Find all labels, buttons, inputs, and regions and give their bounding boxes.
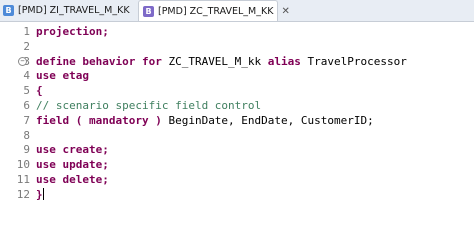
line-number: 2 [23, 39, 30, 53]
keyword-token: define behavior for [36, 54, 169, 68]
tab-zi-travel[interactable]: B [PMD] ZI_TRAVEL_M_KK [0, 1, 136, 20]
line-number: 6 [23, 99, 30, 112]
keyword-token: field ( mandatory ) [36, 113, 169, 127]
comment-token: // scenario specific field control [36, 99, 262, 112]
code-text: define behavior for ZC_TRAVEL_M_kk alias… [36, 54, 407, 69]
code-line[interactable]: 2 [0, 39, 474, 54]
code-line[interactable]: 5{ [0, 83, 474, 98]
code-text: use update; [36, 157, 109, 172]
keyword-token: use delete; [36, 173, 109, 186]
line-number: 8 [23, 128, 30, 142]
tab-zc-travel[interactable]: B [PMD] ZC_TRAVEL_M_KK ✕ [138, 0, 290, 21]
line-number: 5 [23, 84, 30, 98]
line-number: 10 [16, 158, 30, 172]
line-number: 1 [23, 25, 30, 38]
code-text: use create; [36, 142, 109, 157]
code-line[interactable]: 1 projection; [0, 24, 474, 39]
code-line[interactable]: 10 use update; [0, 157, 474, 172]
code-line[interactable]: 7 field ( mandatory ) BeginDate, EndDate,… [0, 113, 474, 128]
code-text: } [36, 187, 44, 202]
code-line[interactable]: 3−define behavior for ZC_TRAVEL_M_kk ali… [0, 54, 474, 69]
tab-label: [PMD] ZI_TRAVEL_M_KK [18, 5, 130, 16]
line-number: 11 [16, 173, 30, 186]
code-text: { [36, 83, 43, 98]
code-line[interactable]: 9 use create; [0, 142, 474, 157]
identifier-token: ZC_TRAVEL_M_kk [168, 54, 268, 68]
text-caret [42, 187, 44, 200]
behavior-definition-icon: B [143, 5, 154, 17]
code-editor[interactable]: 1 projection; 23−define behavior for ZC_TR… [0, 22, 474, 240]
code-line[interactable]: 11 use delete; [0, 172, 474, 187]
fold-toggle-icon[interactable]: − [18, 56, 27, 66]
code-line[interactable]: 12} [0, 187, 474, 202]
tab-label: [PMD] ZC_TRAVEL_M_KK [158, 5, 274, 17]
code-text: field ( mandatory ) BeginDate, EndDate, … [36, 113, 374, 128]
line-number: 4 [23, 69, 30, 83]
code-line[interactable]: 8 [0, 128, 474, 143]
line-number: 9 [23, 143, 30, 157]
identifier-token: BeginDate, EndDate, CustomerID; [168, 113, 374, 127]
code-text: use etag [36, 68, 89, 83]
behavior-definition-icon: B [3, 5, 14, 16]
code-text: // scenario specific field control [36, 98, 261, 113]
close-icon[interactable]: ✕ [281, 6, 289, 17]
code-text: projection; [36, 24, 109, 39]
code-line[interactable]: 6 // scenario specific field control [0, 98, 474, 113]
keyword-token: { [36, 84, 43, 98]
code-text: use delete; [36, 172, 109, 187]
code-line[interactable]: 4 use etag [0, 68, 474, 83]
line-number: 7 [23, 113, 30, 127]
keyword-token: projection; [36, 25, 109, 38]
keyword-token: alias [267, 54, 308, 68]
keyword-token: use create; [36, 143, 109, 157]
editor-tab-bar: B [PMD] ZI_TRAVEL_M_KK B [PMD] ZC_TRAVEL… [0, 0, 474, 22]
keyword-token: use etag [36, 69, 89, 83]
identifier-token: TravelProcessor [307, 54, 407, 68]
keyword-token: use update; [36, 158, 109, 172]
keyword-token: } [36, 187, 43, 201]
line-number: 12 [16, 187, 30, 201]
